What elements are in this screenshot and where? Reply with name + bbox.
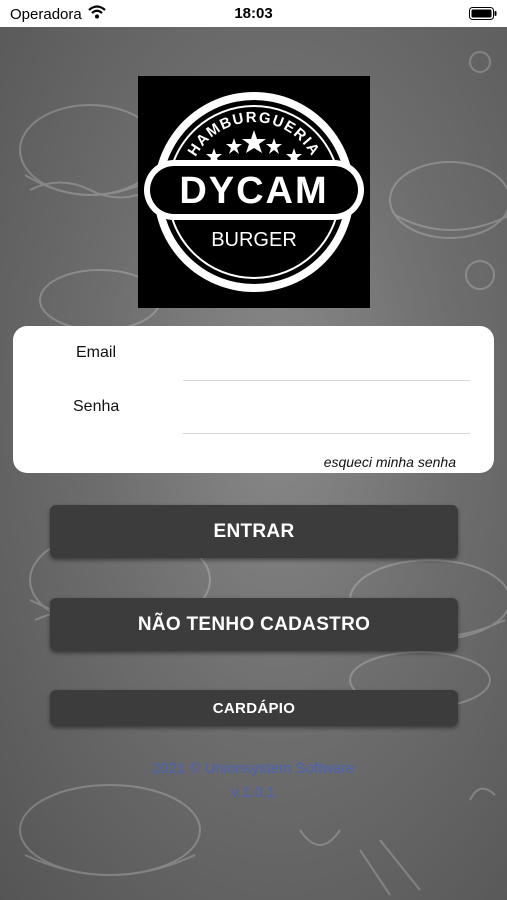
password-field[interactable]	[183, 400, 469, 430]
password-label: Senha	[73, 398, 120, 415]
status-time: 18:03	[234, 5, 273, 22]
password-underline	[183, 433, 470, 434]
battery-icon	[469, 7, 497, 20]
copyright-text: 2021 © Unionsystem Software	[152, 760, 355, 777]
status-bar: Operadora 18:03	[0, 0, 507, 27]
menu-button[interactable]: CARDÁPIO	[50, 690, 458, 726]
forgot-password-link[interactable]: esqueci minha senha	[324, 454, 456, 470]
login-card: Email Senha esqueci minha senha	[13, 326, 494, 473]
login-button[interactable]: ENTRAR	[50, 505, 458, 558]
register-button[interactable]: NÃO TENHO CADASTRO	[50, 598, 458, 651]
email-label: Email	[76, 344, 117, 361]
email-underline	[183, 380, 470, 381]
version-text: v.1.0.1	[231, 784, 276, 801]
brand-logo: HAMBURGUERIA DYCAM BURGER	[138, 76, 370, 308]
logo-main-text: DYCAM	[179, 170, 328, 212]
logo-bottom-text: BURGER	[211, 229, 297, 251]
email-field[interactable]	[183, 346, 469, 376]
